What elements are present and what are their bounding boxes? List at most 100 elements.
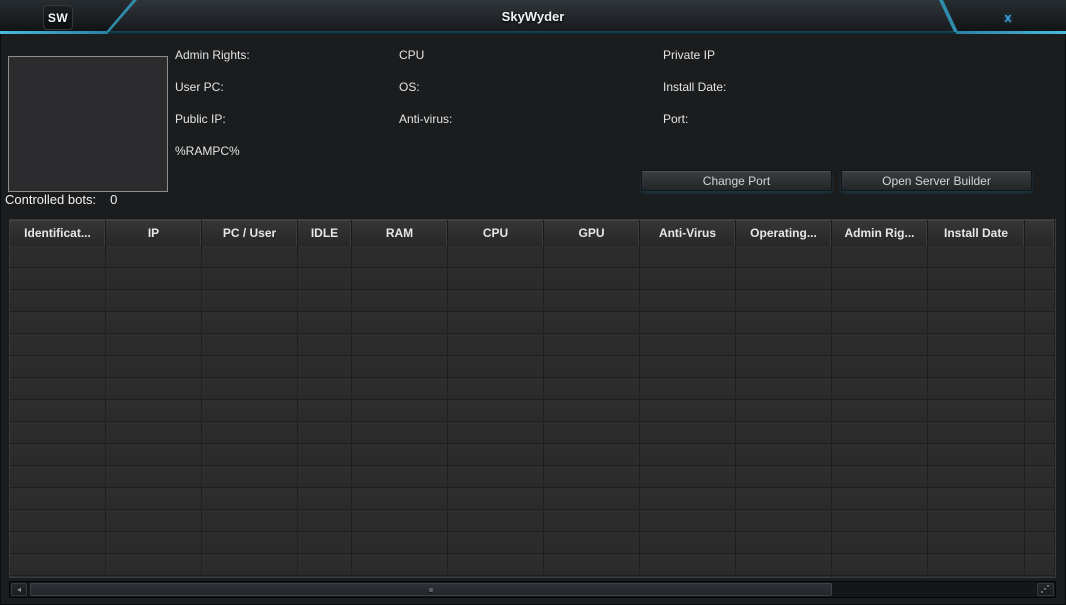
table-cell — [10, 466, 106, 488]
table-cell — [640, 378, 736, 400]
column-header-admin-rig[interactable]: Admin Rig... — [832, 220, 928, 246]
table-cell — [640, 422, 736, 444]
open-server-builder-button[interactable]: Open Server Builder — [841, 170, 1032, 191]
table-cell — [1025, 444, 1055, 466]
table-row[interactable] — [10, 554, 1055, 576]
column-header-gpu[interactable]: GPU — [544, 220, 640, 246]
controlled-bots-count: 0 — [110, 192, 117, 207]
column-header-idle[interactable]: IDLE — [298, 220, 352, 246]
table-cell — [10, 422, 106, 444]
resize-grip-button[interactable] — [1037, 583, 1054, 596]
column-header-ip[interactable]: IP — [106, 220, 202, 246]
table-row[interactable] — [10, 290, 1055, 312]
table-row[interactable] — [10, 466, 1055, 488]
table-cell — [640, 554, 736, 576]
column-header-operating[interactable]: Operating... — [736, 220, 832, 246]
column-header-extra[interactable] — [1025, 220, 1055, 246]
table-cell — [448, 268, 544, 290]
table-row[interactable] — [10, 356, 1055, 378]
table-cell — [832, 444, 928, 466]
table-cell — [10, 334, 106, 356]
table-cell — [202, 510, 298, 532]
table-cell — [832, 400, 928, 422]
app-logo: SW — [43, 5, 73, 30]
controlled-bots-line: Controlled bots:0 — [5, 192, 117, 207]
scroll-left-button[interactable]: ◂ — [11, 583, 27, 596]
column-header-cpu[interactable]: CPU — [448, 220, 544, 246]
table-cell — [10, 510, 106, 532]
bots-table: Identificat...IPPC / UserIDLERAMCPUGPUAn… — [9, 219, 1056, 578]
column-header-ram[interactable]: RAM — [352, 220, 448, 246]
column-header-anti-virus[interactable]: Anti-Virus — [640, 220, 736, 246]
scroll-left-arrow-icon: ◂ — [17, 585, 21, 594]
table-cell — [544, 422, 640, 444]
table-row[interactable] — [10, 334, 1055, 356]
table-row[interactable] — [10, 268, 1055, 290]
table-cell — [832, 466, 928, 488]
diagonal-grip-icon — [1041, 585, 1050, 594]
table-row[interactable] — [10, 400, 1055, 422]
table-cell — [448, 312, 544, 334]
table-cell — [832, 246, 928, 268]
table-row[interactable] — [10, 488, 1055, 510]
table-cell — [202, 422, 298, 444]
table-cell — [1025, 246, 1055, 268]
table-cell — [832, 312, 928, 334]
table-cell — [106, 510, 202, 532]
table-cell — [298, 378, 352, 400]
window-title: SkyWyder — [0, 9, 1066, 24]
table-cell — [1025, 532, 1055, 554]
table-cell — [544, 488, 640, 510]
close-button[interactable]: x — [994, 7, 1022, 27]
table-cell — [106, 576, 202, 578]
table-row[interactable] — [10, 422, 1055, 444]
table-cell — [544, 290, 640, 312]
column-header-identificat[interactable]: Identificat... — [10, 220, 106, 246]
table-cell — [298, 532, 352, 554]
table-row[interactable] — [10, 246, 1055, 268]
table-cell — [640, 356, 736, 378]
scrollbar-thumb[interactable] — [30, 583, 832, 596]
table-cell — [1025, 312, 1055, 334]
table-cell — [544, 510, 640, 532]
table-cell — [448, 356, 544, 378]
table-body — [10, 246, 1055, 578]
table-cell — [832, 268, 928, 290]
table-cell — [448, 532, 544, 554]
table-cell — [640, 268, 736, 290]
table-row[interactable] — [10, 510, 1055, 532]
table-cell — [736, 444, 832, 466]
label-admin-rights: Admin Rights: — [175, 48, 250, 62]
table-cell — [106, 356, 202, 378]
table-cell — [928, 356, 1025, 378]
column-header-pc-user[interactable]: PC / User — [202, 220, 298, 246]
table-cell — [298, 246, 352, 268]
table-cell — [10, 246, 106, 268]
table-cell — [298, 356, 352, 378]
table-row[interactable] — [10, 444, 1055, 466]
table-cell — [544, 576, 640, 578]
table-cell — [106, 554, 202, 576]
table-cell — [298, 554, 352, 576]
table-cell — [544, 378, 640, 400]
table-cell — [832, 576, 928, 578]
table-row[interactable] — [10, 312, 1055, 334]
table-cell — [736, 422, 832, 444]
table-row[interactable] — [10, 576, 1055, 578]
table-cell — [832, 532, 928, 554]
table-row[interactable] — [10, 532, 1055, 554]
table-cell — [352, 422, 448, 444]
thumb-grip-icon — [429, 588, 433, 592]
table-cell — [10, 576, 106, 578]
table-cell — [832, 378, 928, 400]
label-install-date: Install Date: — [663, 80, 726, 94]
table-cell — [106, 268, 202, 290]
table-cell — [202, 334, 298, 356]
table-row[interactable] — [10, 378, 1055, 400]
change-port-button[interactable]: Change Port — [641, 170, 832, 191]
table-cell — [106, 422, 202, 444]
table-cell — [1025, 554, 1055, 576]
table-cell — [736, 378, 832, 400]
column-header-install-date[interactable]: Install Date — [928, 220, 1025, 246]
horizontal-scrollbar[interactable]: ◂ — [9, 581, 1056, 598]
